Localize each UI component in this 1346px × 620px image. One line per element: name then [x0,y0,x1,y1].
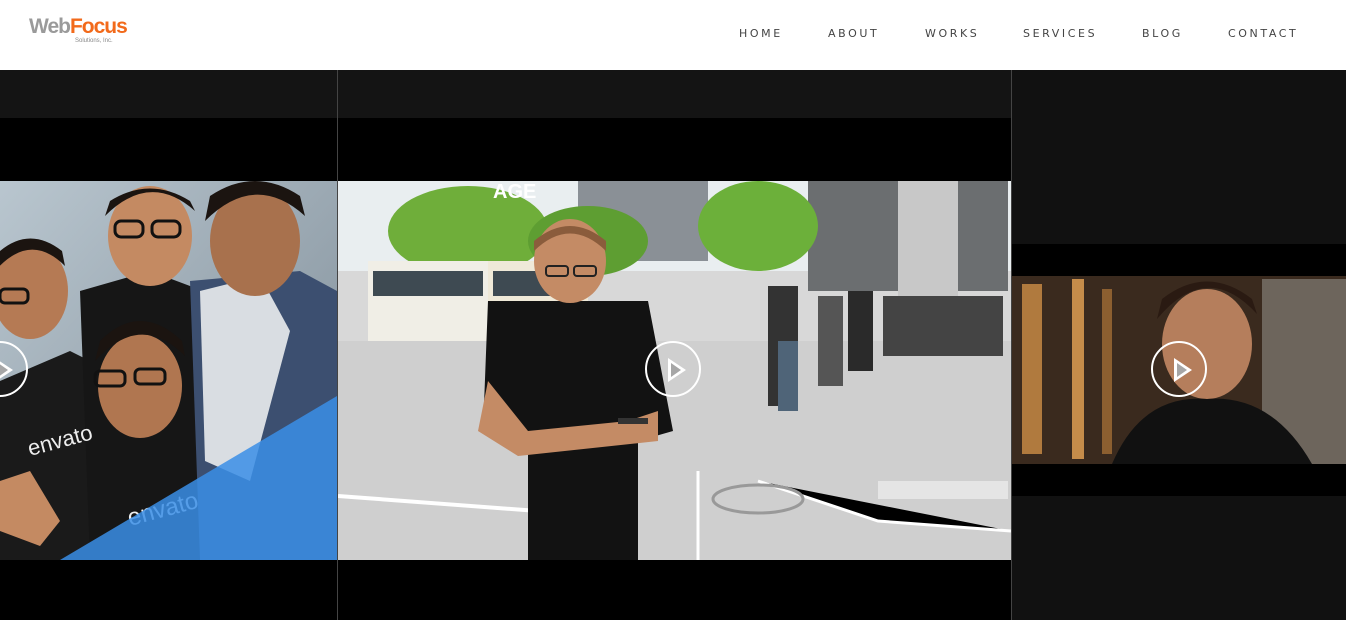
panel-top-band [338,70,1011,118]
video-panel-right [1012,70,1346,620]
team-video-thumbnail[interactable]: envato envato [0,181,337,560]
nav-works[interactable]: WORKS [925,27,979,41]
video-panel-middle: AGE [338,70,1011,620]
nav-home[interactable]: HOME [739,27,783,41]
site-header: WebFocus Solutions, Inc. HOME ABOUT WORK… [0,0,1346,70]
main-nav: HOME ABOUT WORKS SERVICES BLOG CONTACT [0,27,1346,43]
nav-contact[interactable]: CONTACT [1228,27,1298,41]
play-icon[interactable] [1151,341,1207,397]
nav-blog[interactable]: BLOG [1142,27,1183,41]
video-panel-left: envato envato [0,70,337,620]
panel-top-band [0,70,337,118]
street-video-thumbnail[interactable]: AGE [338,181,1011,560]
nav-about[interactable]: ABOUT [828,27,879,41]
portrait-video-thumbnail[interactable] [1012,244,1346,496]
team-photo-image: envato envato [0,181,337,560]
nav-services[interactable]: SERVICES [1023,27,1097,41]
play-icon[interactable] [645,341,701,397]
building-sign-text: AGE [493,181,536,203]
